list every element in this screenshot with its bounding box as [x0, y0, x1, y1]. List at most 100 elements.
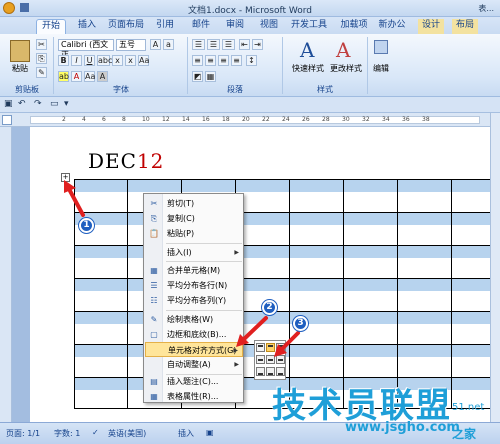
quick-styles-button[interactable]: 快速样式	[292, 63, 324, 74]
align-middle-center-icon[interactable]	[266, 355, 275, 364]
menu-item-merge-cells[interactable]: ▦ 合并单元格(M)	[145, 263, 243, 278]
menu-item-copy[interactable]: ⎘ 复制(C)	[145, 211, 243, 226]
editing-button[interactable]: 编辑	[373, 63, 389, 74]
char-shading-icon[interactable]: A	[97, 71, 108, 82]
paste-icon[interactable]	[10, 40, 30, 62]
decrease-indent-icon[interactable]: ⇤	[239, 39, 250, 50]
tab-insert[interactable]: 插入	[72, 19, 102, 34]
strikethrough-icon[interactable]: abc	[97, 55, 112, 66]
menu-item-distribute-columns[interactable]: ☷ 平均分布各列(Y)	[145, 293, 243, 308]
superscript-icon[interactable]: x	[125, 55, 136, 66]
tab-review[interactable]: 审阅	[222, 19, 248, 34]
justify-icon[interactable]: ≡	[231, 55, 242, 66]
quick-styles-icon[interactable]: A	[300, 38, 314, 62]
tab-new-office[interactable]: 新办公	[374, 19, 410, 34]
font-color-icon[interactable]: A	[71, 71, 82, 82]
tab-layout[interactable]: 布局	[452, 19, 478, 34]
menu-item-insert[interactable]: 插入(I) ▶	[145, 245, 243, 260]
menu-item-insert-caption[interactable]: ▤ 插入题注(C)...	[145, 374, 243, 389]
window-title: 文档1.docx - Microsoft Word	[187, 6, 312, 16]
menu-item-borders-shading[interactable]: ▢ 边框和底纹(B)...	[145, 327, 243, 342]
menu-item-label: 表格属性(R)...	[167, 392, 219, 401]
multilevel-list-icon[interactable]: ☰	[222, 39, 235, 50]
bullets-icon[interactable]: ☰	[192, 39, 205, 50]
underline-icon[interactable]: U	[84, 55, 95, 66]
tab-design[interactable]: 设计	[418, 19, 444, 34]
save-icon[interactable]: ▣	[4, 99, 13, 109]
macro-icon[interactable]: ▣	[206, 428, 214, 437]
status-page[interactable]: 页面: 1/1	[6, 428, 40, 439]
table-row-shade	[75, 345, 500, 357]
tab-page-layout[interactable]: 页面布局	[104, 19, 148, 34]
align-bottom-right-icon[interactable]	[276, 367, 285, 376]
tab-home[interactable]: 开始	[36, 19, 66, 34]
menu-item-paste[interactable]: 📋 粘贴(P)	[145, 226, 243, 241]
vertical-scrollbar[interactable]	[490, 113, 500, 422]
align-bottom-center-icon[interactable]	[266, 367, 275, 376]
tab-view[interactable]: 视图	[256, 19, 282, 34]
align-left-icon[interactable]: ≡	[192, 55, 203, 66]
shading-icon[interactable]: ◩	[192, 71, 203, 82]
undo-icon[interactable]: ↶	[18, 99, 26, 109]
font-size-combo[interactable]: 五号	[116, 39, 146, 51]
document-heading[interactable]: DEC12	[88, 149, 164, 173]
menu-separator	[166, 243, 242, 244]
tab-developer[interactable]: 开发工具	[286, 19, 332, 34]
watermark-site: 之家	[452, 427, 477, 441]
status-language[interactable]: 英语(美国)	[108, 428, 146, 439]
borders-icon[interactable]: ▦	[205, 71, 216, 82]
document-table[interactable]	[74, 179, 500, 409]
tab-selector-icon[interactable]	[2, 115, 12, 125]
change-styles-icon[interactable]: A	[336, 38, 350, 62]
align-center-icon[interactable]: ≡	[205, 55, 216, 66]
horizontal-ruler[interactable]: 2 4 6 8 10 12 14 16 18 20 22 24 26 28 30…	[0, 113, 500, 127]
menu-item-cut[interactable]: ✂ 剪切(T)	[145, 196, 243, 211]
customize-qat-icon[interactable]: ▾	[64, 99, 69, 109]
tab-mailings[interactable]: 邮件	[188, 19, 214, 34]
align-middle-left-icon[interactable]	[256, 355, 265, 364]
numbering-icon[interactable]: ☰	[207, 39, 220, 50]
status-words[interactable]: 字数: 1	[54, 428, 80, 439]
italic-icon[interactable]: I	[71, 55, 82, 66]
vertical-ruler[interactable]	[0, 127, 12, 422]
align-bottom-left-icon[interactable]	[256, 367, 265, 376]
grow-font-icon[interactable]: A	[150, 39, 161, 50]
autofit-icon	[149, 360, 159, 369]
bold-icon[interactable]: B	[58, 55, 69, 66]
table-move-handle[interactable]: +	[61, 173, 70, 182]
copy-icon[interactable]: ⎘	[36, 53, 47, 64]
ruler-tick: 32	[362, 116, 370, 123]
tab-references[interactable]: 引用	[152, 19, 178, 34]
new-doc-icon[interactable]: ▭	[50, 99, 59, 109]
increase-indent-icon[interactable]: ⇥	[252, 39, 263, 50]
binoculars-icon[interactable]	[374, 40, 388, 54]
change-styles-button[interactable]: 更改样式	[330, 63, 362, 74]
align-top-left-icon[interactable]	[256, 343, 265, 352]
window-right-label: 表...	[478, 4, 494, 13]
shrink-font-icon[interactable]: a	[163, 39, 174, 50]
redo-icon[interactable]: ↷	[34, 99, 42, 109]
format-painter-icon[interactable]: ✎	[36, 67, 47, 78]
change-case-icon[interactable]: Aa	[84, 71, 95, 82]
ruler-tick: 24	[282, 116, 290, 123]
line-spacing-icon[interactable]: ↕	[246, 55, 257, 66]
proofing-icon[interactable]: ✓	[92, 428, 99, 437]
subscript-icon[interactable]: x	[112, 55, 123, 66]
menu-item-autofit[interactable]: 自动调整(A) ▶	[145, 357, 243, 372]
tab-addins[interactable]: 加载项	[336, 19, 372, 34]
align-top-center-icon[interactable]	[266, 343, 275, 352]
menu-item-cell-alignment[interactable]: 单元格对齐方式(G) ▶	[145, 342, 243, 357]
menu-item-table-properties[interactable]: ▦ 表格属性(R)...	[145, 389, 243, 404]
paste-button[interactable]: 粘贴	[12, 63, 28, 74]
align-top-right-icon[interactable]	[276, 343, 285, 352]
align-middle-right-icon[interactable]	[276, 355, 285, 364]
align-right-icon[interactable]: ≡	[218, 55, 229, 66]
highlight-icon[interactable]: ab	[58, 71, 69, 82]
menu-item-draw-table[interactable]: ✎ 绘制表格(W)	[145, 312, 243, 327]
font-name-combo[interactable]: Calibri (西文正	[58, 39, 114, 59]
clear-format-icon[interactable]: Aa	[138, 55, 149, 66]
cut-icon[interactable]: ✂	[36, 39, 47, 50]
ruler-tick: 36	[402, 116, 410, 123]
menu-item-distribute-rows[interactable]: ☰ 平均分布各行(N)	[145, 278, 243, 293]
status-insert-mode[interactable]: 插入	[178, 428, 194, 439]
